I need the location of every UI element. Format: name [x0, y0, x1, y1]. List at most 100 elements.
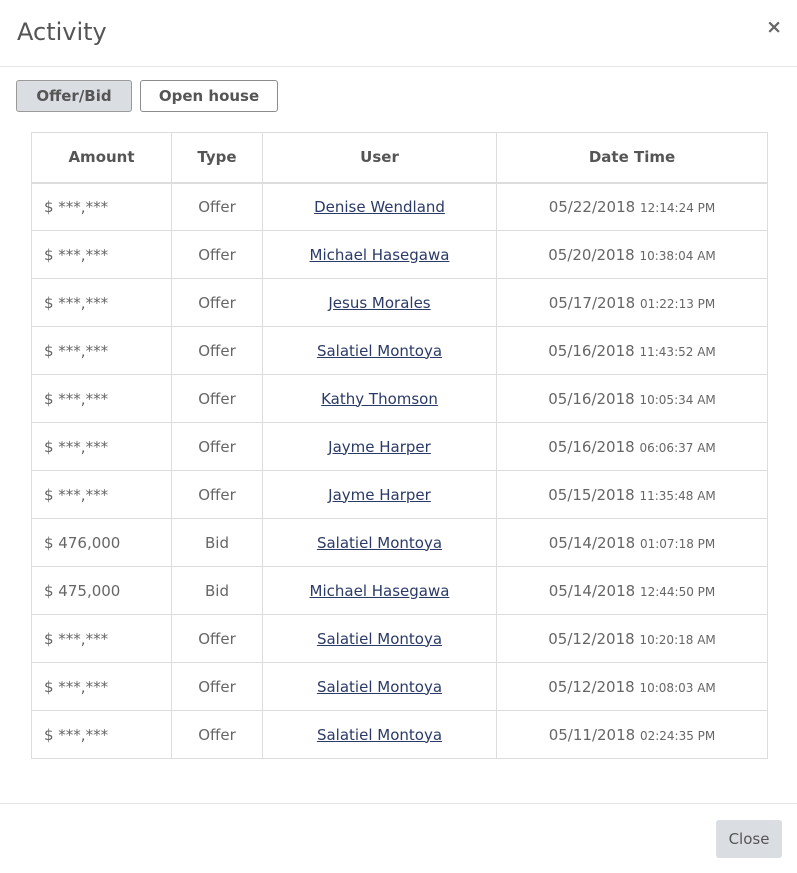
date-time-cell: 05/20/2018 10:38:04 AM — [496, 230, 768, 279]
date-time-cell: 05/11/2018 02:24:35 PM — [496, 710, 768, 759]
type-cell: Offer — [171, 278, 263, 327]
user-link[interactable]: Jayme Harper — [328, 486, 431, 504]
time-text: 10:20:18 AM — [639, 632, 716, 647]
type-cell: Offer — [171, 230, 263, 279]
user-link[interactable]: Salatiel Montoya — [317, 342, 442, 360]
date-time-cell: 05/12/2018 10:20:18 AM — [496, 614, 768, 663]
table-row: $ ***,*** Offer Denise Wendland 05/22/2018 … — [31, 182, 768, 231]
user-link[interactable]: Jesus Morales — [328, 294, 430, 312]
user-cell: Salatiel Montoya — [262, 518, 497, 567]
date-text: 05/12/2018 — [548, 677, 635, 696]
modal-title: Activity — [17, 18, 107, 46]
date-time-cell: 05/14/2018 01:07:18 PM — [496, 518, 768, 567]
tab-offer-bid[interactable]: Offer/Bid — [16, 80, 132, 112]
amount-cell: $ ***,*** — [31, 374, 172, 423]
user-link[interactable]: Salatiel Montoya — [317, 534, 442, 552]
date-time-cell: 05/17/2018 01:22:13 PM — [496, 278, 768, 327]
date-time-cell: 05/16/2018 11:43:52 AM — [496, 326, 768, 375]
date-text: 05/20/2018 — [548, 245, 635, 264]
date-time-cell: 05/16/2018 06:06:37 AM — [496, 422, 768, 471]
user-link[interactable]: Salatiel Montoya — [317, 678, 442, 696]
user-cell: Jayme Harper — [262, 470, 497, 519]
type-cell: Bid — [171, 566, 263, 615]
user-link[interactable]: Salatiel Montoya — [317, 630, 442, 648]
activity-table: Amount Type User Date Time $ ***,*** Offe… — [31, 132, 768, 759]
date-text: 05/14/2018 — [548, 533, 636, 552]
date-time-cell: 05/16/2018 10:05:34 AM — [496, 374, 768, 423]
table-row: $ ***,*** Offer Salatiel Montoya 05/11/2018… — [31, 710, 768, 759]
user-link[interactable]: Kathy Thomson — [321, 390, 438, 408]
date-text: 05/12/2018 — [548, 629, 635, 648]
amount-cell: $ 476,000 — [31, 518, 172, 567]
user-cell: Michael Hasegawa — [262, 230, 497, 279]
user-cell: Salatiel Montoya — [262, 662, 497, 711]
table-row: $ 476,000 Bid Salatiel Montoya 05/14/2018 0… — [31, 518, 768, 567]
activity-table-container: Amount Type User Date Time $ ***,*** Offe… — [31, 132, 768, 759]
time-text: 11:43:52 AM — [639, 344, 716, 359]
type-cell: Bid — [171, 518, 263, 567]
user-link[interactable]: Michael Hasegawa — [310, 246, 450, 264]
user-cell: Salatiel Montoya — [262, 614, 497, 663]
close-button[interactable]: Close — [716, 820, 782, 858]
time-text: 10:08:03 AM — [639, 680, 716, 695]
table-row: $ 475,000 Bid Michael Hasegawa 05/14/2018 1… — [31, 566, 768, 615]
time-text: 06:06:37 AM — [639, 440, 716, 455]
time-text: 10:38:04 AM — [639, 248, 716, 263]
amount-cell: $ ***,*** — [31, 710, 172, 759]
date-time-cell: 05/15/2018 11:35:48 AM — [496, 470, 768, 519]
amount-cell: $ ***,*** — [31, 422, 172, 471]
amount-cell: $ 475,000 — [31, 566, 172, 615]
column-header-type: Type — [171, 132, 263, 184]
type-cell: Offer — [171, 614, 263, 663]
modal-header: Activity × — [0, 0, 797, 67]
user-cell: Jayme Harper — [262, 422, 497, 471]
date-text: 05/15/2018 — [548, 485, 635, 504]
type-cell: Offer — [171, 182, 263, 231]
time-text: 02:24:35 PM — [639, 728, 716, 743]
type-cell: Offer — [171, 374, 263, 423]
type-cell: Offer — [171, 662, 263, 711]
column-header-user: User — [262, 132, 497, 184]
user-link[interactable]: Salatiel Montoya — [317, 726, 442, 744]
activity-tabs: Offer/Bid Open house — [16, 80, 278, 112]
date-text: 05/16/2018 — [548, 437, 635, 456]
type-cell: Offer — [171, 422, 263, 471]
amount-cell: $ ***,*** — [31, 326, 172, 375]
activity-modal: Activity × Offer/Bid Open house Amount T… — [0, 0, 797, 873]
modal-footer: Close — [0, 803, 797, 873]
table-body: $ ***,*** Offer Denise Wendland 05/22/2018 … — [31, 182, 768, 759]
user-link[interactable]: Denise Wendland — [314, 198, 445, 216]
table-row: $ ***,*** Offer Salatiel Montoya 05/12/2018… — [31, 662, 768, 711]
date-text: 05/16/2018 — [548, 341, 635, 360]
user-cell: Kathy Thomson — [262, 374, 497, 423]
table-row: $ ***,*** Offer Jayme Harper 05/15/2018 11:… — [31, 470, 768, 519]
amount-cell: $ ***,*** — [31, 662, 172, 711]
date-text: 05/14/2018 — [548, 581, 636, 600]
user-link[interactable]: Jayme Harper — [328, 438, 431, 456]
amount-cell: $ ***,*** — [31, 230, 172, 279]
user-cell: Salatiel Montoya — [262, 326, 497, 375]
table-row: $ ***,*** Offer Michael Hasegawa 05/20/2018… — [31, 230, 768, 279]
time-text: 01:22:13 PM — [639, 296, 716, 311]
time-text: 12:14:24 PM — [639, 200, 716, 215]
date-time-cell: 05/22/2018 12:14:24 PM — [496, 182, 768, 231]
user-cell: Denise Wendland — [262, 182, 497, 231]
type-cell: Offer — [171, 470, 263, 519]
type-cell: Offer — [171, 710, 263, 759]
time-text: 10:05:34 AM — [639, 392, 716, 407]
amount-cell: $ ***,*** — [31, 470, 172, 519]
user-link[interactable]: Michael Hasegawa — [310, 582, 450, 600]
amount-cell: $ ***,*** — [31, 278, 172, 327]
column-header-date-time: Date Time — [496, 132, 768, 184]
date-time-cell: 05/12/2018 10:08:03 AM — [496, 662, 768, 711]
amount-cell: $ ***,*** — [31, 182, 172, 231]
date-text: 05/16/2018 — [548, 389, 635, 408]
tab-open-house[interactable]: Open house — [140, 80, 278, 112]
time-text: 11:35:48 AM — [639, 488, 716, 503]
close-icon[interactable]: × — [766, 15, 782, 39]
time-text: 01:07:18 PM — [639, 536, 716, 551]
user-cell: Michael Hasegawa — [262, 566, 497, 615]
time-text: 12:44:50 PM — [639, 584, 716, 599]
date-time-cell: 05/14/2018 12:44:50 PM — [496, 566, 768, 615]
date-text: 05/17/2018 — [548, 293, 636, 312]
